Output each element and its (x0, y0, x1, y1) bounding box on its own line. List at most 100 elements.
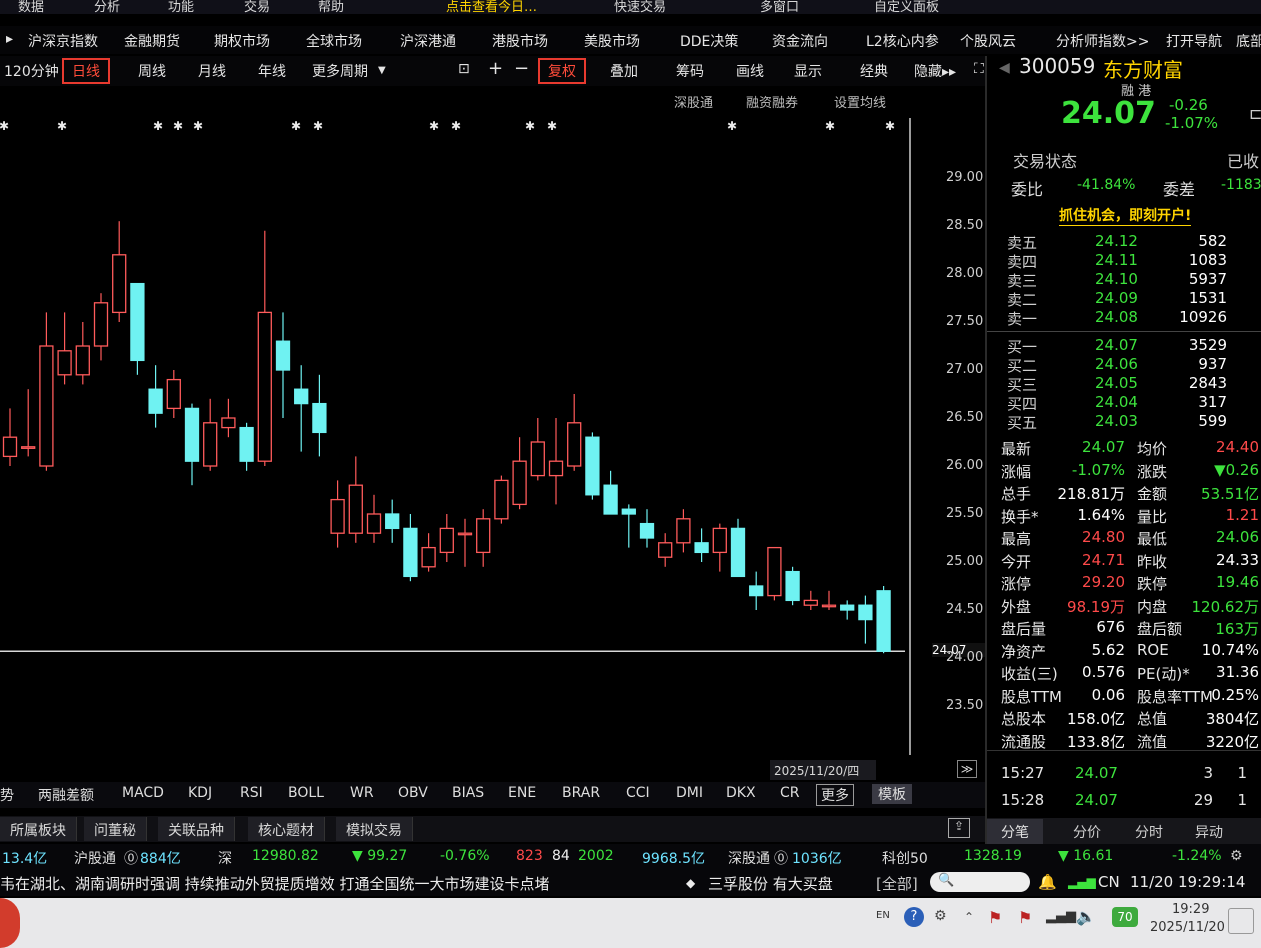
nav-l2[interactable]: L2核心内参 (866, 31, 939, 51)
period-daily[interactable]: 日线 (62, 58, 110, 84)
panel-side-icon[interactable]: ⊏ (1249, 104, 1261, 123)
indicator-wr[interactable]: WR (350, 785, 374, 801)
tab-related[interactable]: 关联品种 (158, 817, 235, 841)
adjust-button[interactable]: 复权 (538, 58, 586, 84)
lock-icon[interactable]: ⊡ (458, 61, 470, 77)
sgt-info-icon[interactable]: ⓪ (774, 848, 788, 868)
nav-analyst-index[interactable]: 分析师指数>> (1056, 31, 1149, 51)
search-icon[interactable]: 🔍 (938, 873, 954, 888)
hgt-info-icon[interactable]: ⓪ (124, 848, 138, 868)
tab-price-dist[interactable]: 分价 (1061, 819, 1113, 845)
upload-icon[interactable]: ⇪ (948, 818, 970, 838)
menu-today-notice[interactable]: 点击查看今日… (446, 0, 537, 14)
news-alert[interactable]: 三孚股份 有大买盘 (708, 873, 833, 894)
nav-options[interactable]: 期权市场 (214, 31, 270, 51)
taskbar-lang[interactable]: EN (876, 910, 890, 921)
period-more[interactable]: 更多周期 (312, 61, 368, 81)
zoom-out-icon[interactable]: − (514, 58, 529, 79)
indicator-bias[interactable]: BIAS (452, 785, 484, 801)
classic-button[interactable]: 经典 (860, 61, 888, 81)
indicator-ene[interactable]: ENE (508, 785, 536, 801)
expand-button[interactable]: ≫ (957, 760, 977, 778)
tray-expand-icon[interactable]: ⌃ (964, 910, 974, 924)
menu-quick-trade[interactable]: 快速交易 (614, 0, 666, 14)
menu-function[interactable]: 功能 (168, 0, 194, 14)
news-headline[interactable]: 韦在湖北、湖南调研时强调 持续推动外贸提质增效 打通全国统一大市场建设卡点堵 (0, 873, 550, 894)
bell-icon[interactable]: 🔔 (1038, 873, 1057, 891)
indicator-cci[interactable]: CCI (626, 785, 650, 801)
chips-button[interactable]: 筹码 (676, 61, 704, 81)
menu-custom-panel[interactable]: 自定义面板 (874, 0, 939, 14)
hide-button[interactable]: 隐藏▸▸ (914, 61, 956, 81)
help-icon[interactable]: ? (904, 907, 924, 927)
indicator-brar[interactable]: BRAR (562, 785, 600, 801)
margin-link[interactable]: 融资融券 (746, 92, 798, 111)
indicator-kdj[interactable]: KDJ (188, 785, 212, 801)
tab-sector[interactable]: 所属板块 (0, 817, 77, 841)
security-badge[interactable]: 70 (1112, 907, 1138, 927)
period-weekly[interactable]: 周线 (138, 61, 166, 81)
period-yearly[interactable]: 年线 (258, 61, 286, 81)
app-edge-icon[interactable] (0, 898, 20, 948)
set-ma-link[interactable]: 设置均线 (834, 92, 886, 111)
zoom-in-icon[interactable]: + (488, 58, 503, 79)
nav-us[interactable]: 美股市场 (584, 31, 640, 51)
display-button[interactable]: 显示 (794, 61, 822, 81)
open-account-promo[interactable]: 抓住机会，即刻开户! (1059, 205, 1192, 226)
tab-ticks[interactable]: 分笔 (987, 819, 1043, 845)
sgt-label[interactable]: 深股通 (728, 848, 770, 868)
nav-global[interactable]: 全球市场 (306, 31, 362, 51)
network-icon[interactable]: ▂▄▆ (1046, 909, 1076, 924)
more-dropdown-icon[interactable]: ▼ (378, 65, 386, 76)
period-monthly[interactable]: 月线 (198, 61, 226, 81)
settings-gear-icon[interactable]: ⚙ (1230, 848, 1243, 864)
indicator-template[interactable]: 模板 (872, 784, 912, 804)
prev-stock-arrow[interactable]: ◀ (999, 60, 1010, 76)
nav-hk[interactable]: 港股市场 (492, 31, 548, 51)
menu-trade[interactable]: 交易 (244, 0, 270, 14)
nav-dde[interactable]: DDE决策 (680, 31, 738, 51)
nav-stock-news[interactable]: 个股风云 (960, 31, 1016, 51)
overlay-button[interactable]: 叠加 (610, 61, 638, 81)
settings-small-icon[interactable]: ⚙ (934, 908, 947, 924)
fullscreen-icon[interactable]: ⛶ (974, 61, 984, 77)
kline-chart[interactable]: ✱ ✱ ✱ ✱ ✱ ✱ ✱ ✱ ✱ ✱ ✱ ✱ ✱ ✱ (0, 110, 985, 760)
kline-chart-area[interactable]: ✱ ✱ ✱ ✱ ✱ ✱ ✱ ✱ ✱ ✱ ✱ ✱ ✱ ✱ (0, 110, 985, 760)
indicator-more[interactable]: 更多 (816, 784, 854, 806)
tray-app2-icon[interactable]: ⚑ (1018, 908, 1032, 927)
period-120min[interactable]: 120分钟 (4, 61, 59, 81)
volume-icon[interactable]: 🔈 (1076, 907, 1096, 926)
indicator-cr[interactable]: CR (780, 785, 800, 801)
indicator-margin-diff[interactable]: 两融差额 (38, 785, 94, 805)
indicator-macd[interactable]: MACD (122, 785, 164, 801)
nav-bottom[interactable]: 底部 (1236, 31, 1261, 51)
tab-sim-trade[interactable]: 模拟交易 (336, 817, 413, 841)
draw-line-button[interactable]: 画线 (736, 61, 764, 81)
news-filter[interactable]: [全部] (876, 873, 918, 894)
menu-help[interactable]: 帮助 (318, 0, 344, 14)
indicator-boll[interactable]: BOLL (288, 785, 324, 801)
tab-anomaly[interactable]: 异动 (1183, 819, 1235, 845)
nav-financial-futures[interactable]: 金融期货 (124, 31, 180, 51)
tab-ask-board[interactable]: 问董秘 (84, 817, 147, 841)
indicator-rsi[interactable]: RSI (240, 785, 263, 801)
nav-open-guide[interactable]: 打开导航 (1166, 31, 1222, 51)
menu-data[interactable]: 数据 (18, 0, 44, 14)
sz-label[interactable]: 深 (218, 848, 232, 868)
nav-connect[interactable]: 沪深港通 (400, 31, 456, 51)
nav-capital-flow[interactable]: 资金流向 (772, 31, 828, 51)
menu-multi-window[interactable]: 多窗口 (760, 0, 799, 14)
tab-core-theme[interactable]: 核心题材 (248, 817, 325, 841)
tab-intraday[interactable]: 分时 (1123, 819, 1175, 845)
indicator-dmi[interactable]: DMI (676, 785, 703, 801)
nav-hsj-index[interactable]: 沪深京指数 (28, 31, 98, 51)
indicator-dkx[interactable]: DKX (726, 785, 756, 801)
indicator-trend[interactable]: 势 (0, 785, 14, 805)
tray-app-icon[interactable]: ⚑ (988, 908, 1002, 927)
indicator-obv[interactable]: OBV (398, 785, 428, 801)
hgt-label[interactable]: 沪股通 (74, 848, 116, 868)
notification-icon[interactable] (1228, 908, 1254, 934)
szt-link[interactable]: 深股通 (674, 92, 713, 111)
menu-analysis[interactable]: 分析 (94, 0, 120, 14)
kc50-label[interactable]: 科创50 (882, 848, 928, 868)
